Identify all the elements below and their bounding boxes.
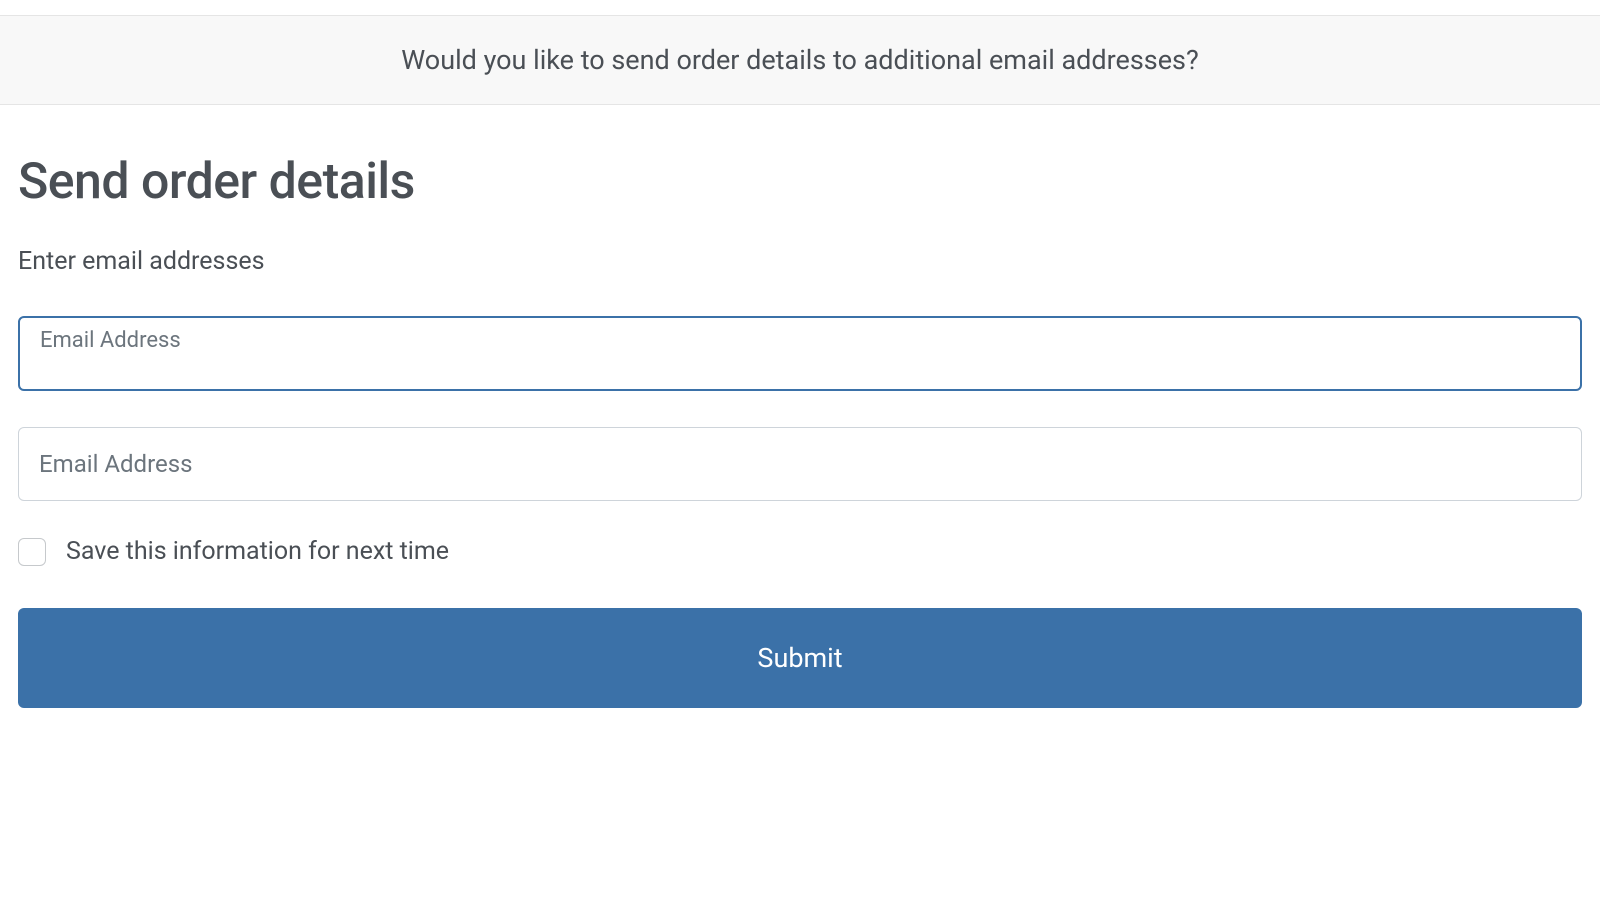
email-input-1-wrapper[interactable]: Email Address: [18, 316, 1582, 391]
main-content: Send order details Enter email addresses…: [0, 105, 1600, 708]
submit-button[interactable]: Submit: [18, 608, 1582, 708]
email-input-2-wrapper: [18, 427, 1582, 501]
save-info-row: Save this information for next time: [18, 537, 1582, 566]
save-info-checkbox[interactable]: [18, 538, 46, 566]
email-input-2[interactable]: [18, 427, 1582, 501]
banner: Would you like to send order details to …: [0, 15, 1600, 105]
email-input-1-label: Email Address: [40, 328, 1560, 353]
save-info-label: Save this information for next time: [66, 537, 449, 566]
banner-prompt: Would you like to send order details to …: [20, 44, 1580, 76]
page-title: Send order details: [18, 153, 1582, 211]
form-subtitle: Enter email addresses: [18, 247, 1582, 276]
